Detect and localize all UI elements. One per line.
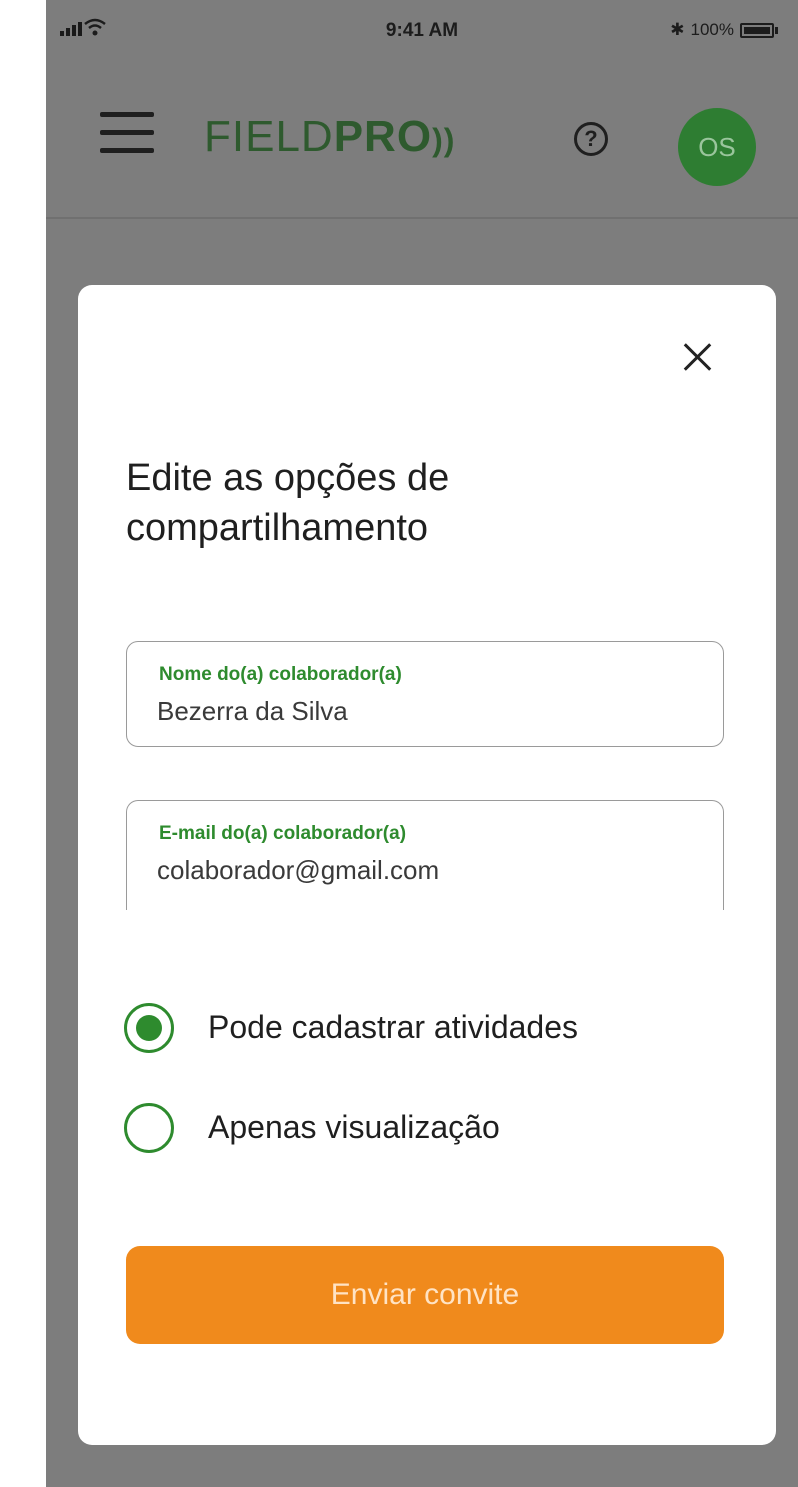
- battery-tip: [775, 26, 778, 34]
- radio-selected-icon[interactable]: [124, 1003, 174, 1053]
- collaborator-name-label: Nome do(a) colaborador(a): [159, 664, 402, 685]
- bluetooth-icon: ✱: [670, 20, 685, 39]
- battery-percentage: 100%: [690, 20, 734, 39]
- collaborator-name-field[interactable]: Nome do(a) colaborador(a): [126, 641, 724, 747]
- collaborator-email-input[interactable]: [157, 855, 697, 886]
- radio-option-can-register[interactable]: Pode cadastrar atividades: [124, 1003, 684, 1057]
- modal-title: Edite as opções de compartilhamento: [126, 457, 450, 549]
- send-invite-button[interactable]: Enviar convite: [126, 1246, 724, 1344]
- status-bar: 9:41 AM ✱ 100%: [46, 14, 798, 54]
- brand-logo-pro: PRO: [333, 112, 433, 161]
- collaborator-email-label: E-mail do(a) colaborador(a): [159, 823, 407, 844]
- radio-unselected-icon[interactable]: [124, 1103, 174, 1153]
- radio-dot: [136, 1015, 162, 1041]
- battery-icon: [740, 22, 774, 38]
- menu-icon[interactable]: [100, 112, 156, 158]
- status-right-group: ✱ 100%: [670, 20, 778, 40]
- radio-label-view-only: Apenas visualização: [208, 1109, 500, 1145]
- radio-label-can-register: Pode cadastrar atividades: [208, 1009, 578, 1045]
- brand-logo-wave: )): [432, 122, 456, 158]
- close-icon[interactable]: [676, 337, 720, 381]
- brand-logo: FIELDPRO)): [204, 114, 455, 163]
- share-options-modal: Edite as opções de compartilhamento Nome…: [78, 285, 776, 1445]
- brand-logo-field: FIELD: [204, 112, 334, 161]
- collaborator-name-input[interactable]: [157, 696, 697, 727]
- app-bar-divider: [46, 217, 798, 219]
- radio-option-view-only[interactable]: Apenas visualização: [124, 1103, 684, 1157]
- app-bar: FIELDPRO)) ? OS: [46, 68, 798, 218]
- collaborator-email-field[interactable]: E-mail do(a) colaborador(a): [126, 800, 724, 910]
- avatar[interactable]: OS: [678, 108, 756, 186]
- help-icon[interactable]: ?: [574, 122, 608, 156]
- phone-screen: 9:41 AM ✱ 100% FIELDPRO)) ? OS Edite as …: [46, 0, 798, 1487]
